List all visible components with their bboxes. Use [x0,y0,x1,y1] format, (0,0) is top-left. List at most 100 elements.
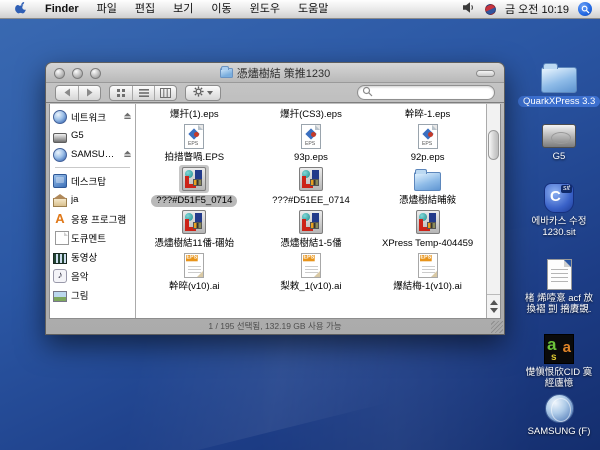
folder-icon [541,67,577,93]
column-view-button[interactable] [154,86,176,100]
applications-icon: A [53,212,67,226]
file-item[interactable]: XPress Temp-404459 [369,208,486,250]
desktop-icon [53,174,67,188]
file-item[interactable]: 憑燼樹結1-5僠 [253,208,370,250]
network-disk-icon [53,148,67,162]
quark-document-icon [416,210,440,234]
menu-finder[interactable]: Finder [36,0,88,19]
finder-window: 憑燼樹結 策推1230 [45,62,505,335]
file-item[interactable]: EPS 爆結梅-1(v10).ai [369,251,486,293]
sidebar-item-applications[interactable]: A 응용 프로그램 [50,209,135,228]
vertical-scrollbar[interactable] [486,104,500,318]
documents-icon [55,231,69,245]
quark-document-icon [299,210,323,234]
titlebar-folder-icon [220,68,233,78]
window-toolbar [46,83,504,103]
illustrator-file-icon: EPS [301,253,321,278]
sidebar-item-home[interactable]: ja [50,190,135,209]
music-icon: ♪ [53,269,67,283]
menu-bar: Finder 파일 편집 보기 이동 윈도우 도움말 금 오전 10:19 [0,0,600,19]
search-input[interactable] [373,87,490,98]
sidebar: 네트워크 G5 SAMSUNG (F) 데스크탑 [50,104,136,318]
folder-icon [414,172,441,191]
file-item-selected[interactable]: ???#D51F5_0714 [136,165,253,207]
file-item[interactable]: 憑燼樹結晡敍 [369,165,486,207]
document-icon [547,259,572,290]
eps-file-icon: EPS [184,124,204,149]
file-item[interactable]: EPS 幹晬(v10).ai [136,251,253,293]
menu-edit[interactable]: 편집 [126,0,164,19]
sidebar-item-desktop[interactable]: 데스크탑 [50,171,135,190]
menu-window[interactable]: 윈도우 [241,0,289,19]
desktop-icon-samsung[interactable]: SAMSUNG (F) [518,394,600,437]
window-titlebar[interactable]: 憑燼樹結 策推1230 [46,63,504,83]
view-mode-control [109,85,177,101]
chevron-down-icon [207,91,213,95]
action-menu-button[interactable] [185,85,221,101]
sidebar-divider [55,167,130,168]
eject-icon[interactable] [123,111,132,123]
quark-document-icon [182,210,206,234]
apple-icon [15,1,27,17]
menu-help[interactable]: 도움말 [289,0,337,19]
file-item[interactable]: 爆扞(1).eps [136,109,253,121]
menu-go[interactable]: 이동 [202,0,240,19]
eps-file-icon: EPS [418,124,438,149]
window-title: 憑燼樹結 策推1230 [237,65,331,81]
sidebar-item-g5[interactable]: G5 [50,126,135,145]
apple-menu[interactable] [6,1,36,17]
icon-view-button[interactable] [110,86,132,100]
spotlight-icon[interactable] [578,2,592,16]
nav-buttons [55,85,101,101]
movies-icon [53,253,67,264]
file-item[interactable]: EPS 梨敕_1(v10).ai [253,251,370,293]
quark-document-icon [182,167,206,191]
eps-file-icon: EPS [301,124,321,149]
file-item[interactable]: EPS 拍措瞥喎.EPS [136,122,253,164]
toolbar-toggle-button[interactable] [476,70,495,77]
volume-icon[interactable] [463,2,476,16]
file-item[interactable]: 爆扞(CS3).eps [253,109,370,121]
scroll-up-arrow[interactable] [490,300,498,305]
menu-clock[interactable]: 금 오전 10:19 [505,1,569,17]
resize-grip[interactable] [491,321,503,333]
forward-button[interactable] [78,86,100,100]
eject-icon[interactable] [123,149,132,161]
zoom-button[interactable] [90,68,101,79]
minimize-button[interactable] [72,68,83,79]
pictures-icon [53,291,67,302]
sidebar-item-music[interactable]: ♪ 음악 [50,266,135,285]
sidebar-item-pictures[interactable]: 그림 [50,285,135,304]
file-list: 爆扞(1).eps 爆扞(CS3).eps 幹晬-1.eps EPS 拍措瞥喎.… [136,104,486,318]
sidebar-item-samsung[interactable]: SAMSUNG (F) [50,145,135,164]
desktop-icon-acf-document[interactable]: 楮 烯噎憙 acf 放換褶 剴 搚賡覬. [518,259,600,315]
home-icon [53,198,67,207]
desktop-icon-asa-cid[interactable]: aas 憷愼恨欣CID 寞經廬憶 [518,334,600,389]
file-item[interactable]: 幹晬-1.eps [369,109,486,121]
close-button[interactable] [54,68,65,79]
back-button[interactable] [56,86,78,100]
list-view-button[interactable] [132,86,154,100]
desktop-icon-quarkxpress[interactable]: QuarkXPress 3.3 [518,62,600,107]
desktop-icon-g5[interactable]: G5 [518,124,600,162]
korean-input-menu-icon[interactable] [483,2,498,17]
sidebar-item-network[interactable]: 네트워크 [50,107,135,126]
scroll-down-arrow[interactable] [490,308,498,313]
scrollbar-thumb[interactable] [488,130,499,160]
file-item[interactable]: ???#D51EE_0714 [253,165,370,207]
search-field[interactable] [357,85,495,100]
file-item[interactable]: EPS 93p.eps [253,122,370,164]
sidebar-item-movies[interactable]: 동영상 [50,247,135,266]
menu-view[interactable]: 보기 [164,0,202,19]
file-item[interactable]: EPS 92p.eps [369,122,486,164]
network-icon [53,110,67,124]
hard-disk-icon [542,124,576,148]
network-volume-icon [545,394,574,423]
desktop-icon-sit-archive[interactable]: Csit 에바카스 수정1230.sit [518,183,600,238]
gear-icon [193,84,204,102]
file-item[interactable]: 憑燼樹結11僠-碅始 [136,208,253,250]
illustrator-file-icon: EPS [418,253,438,278]
sidebar-item-documents[interactable]: 도큐멘트 [50,228,135,247]
illustrator-file-icon: EPS [184,253,204,278]
menu-file[interactable]: 파일 [88,0,126,19]
